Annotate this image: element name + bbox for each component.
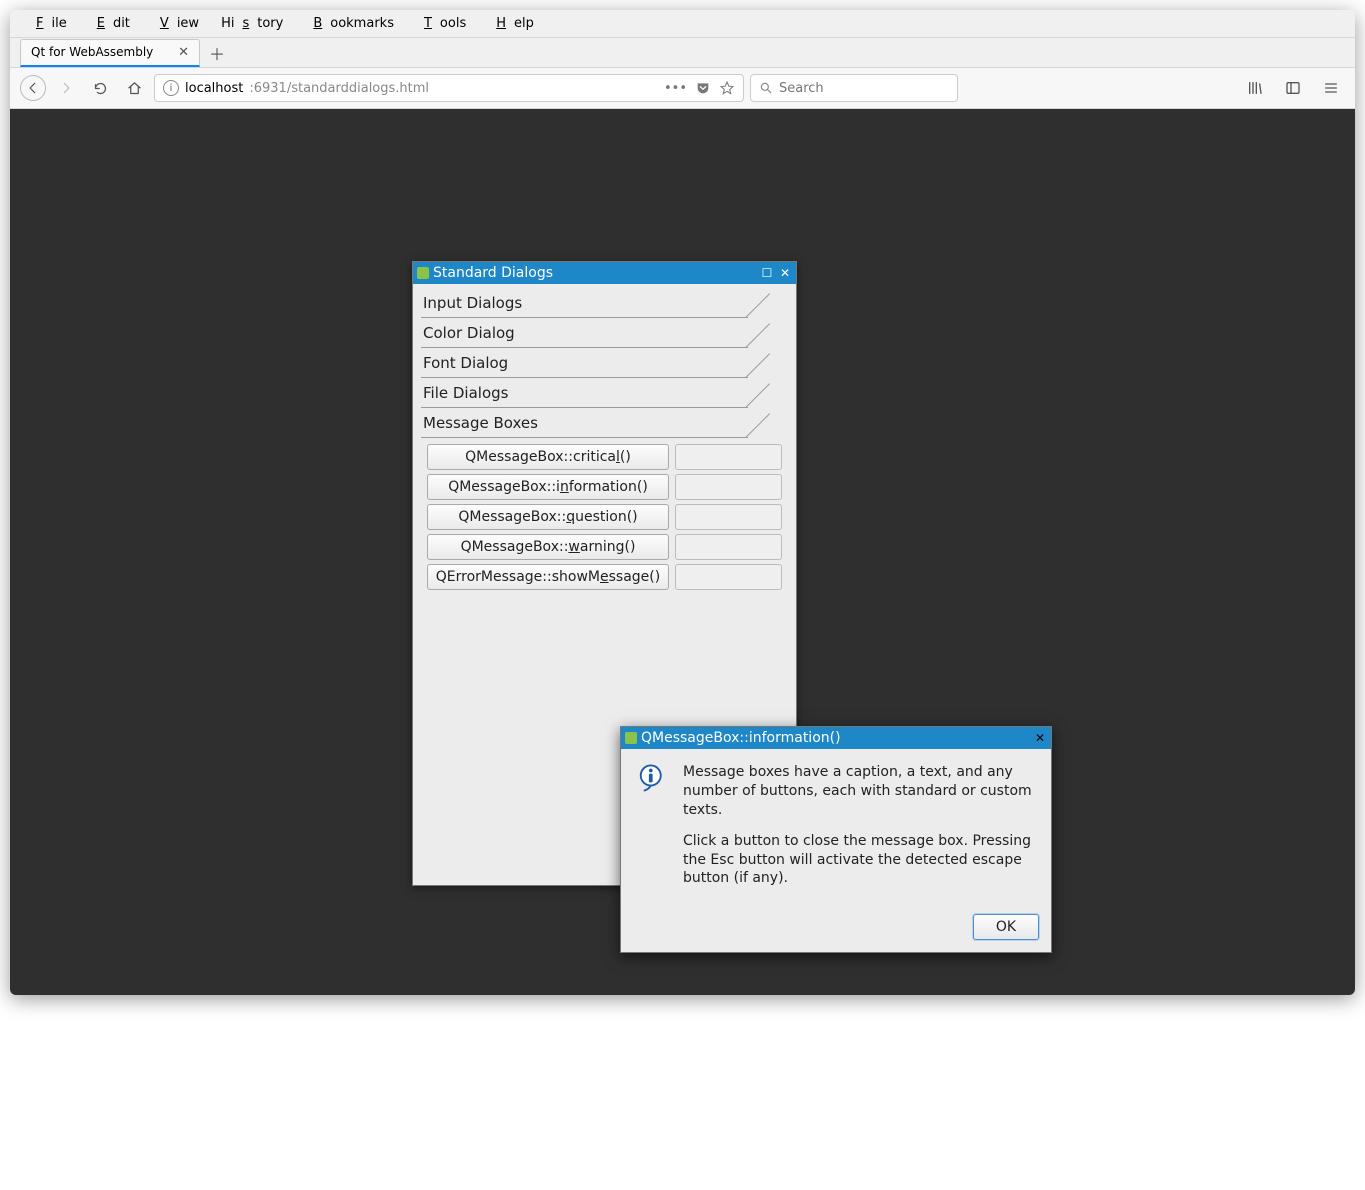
warning-button[interactable]: QMessageBox::warning(): [427, 534, 669, 560]
critical-result-field[interactable]: [675, 444, 782, 470]
library-icon[interactable]: [1241, 74, 1269, 102]
question-result-field[interactable]: [675, 504, 782, 530]
window-maximize-icon[interactable]: ☐: [760, 266, 774, 280]
url-path: :6931/standarddialogs.html: [249, 81, 429, 96]
tab-message-boxes[interactable]: Message Boxes: [421, 410, 788, 438]
home-button[interactable]: [120, 74, 148, 102]
close-tab-icon[interactable]: ✕: [178, 45, 189, 60]
menu-edit[interactable]: Edit: [81, 14, 138, 33]
forward-button[interactable]: [52, 74, 80, 102]
tab-color-dialog[interactable]: Color Dialog: [421, 320, 788, 348]
search-icon: [759, 81, 773, 95]
window-title: Standard Dialogs: [433, 265, 553, 281]
menu-history[interactable]: History: [213, 14, 291, 33]
dialog-paragraph-2: Click a button to close the message box.…: [683, 832, 1035, 889]
qt-logo-icon: [417, 267, 429, 279]
browser-tab[interactable]: Qt for WebAssembly ✕: [20, 39, 200, 67]
hamburger-menu-icon[interactable]: [1317, 74, 1345, 102]
search-input[interactable]: [779, 81, 949, 96]
warning-result-field[interactable]: [675, 534, 782, 560]
information-result-field[interactable]: [675, 474, 782, 500]
site-info-icon[interactable]: i: [163, 80, 179, 96]
menu-bookmarks[interactable]: Bookmarks: [297, 14, 402, 33]
information-dialog: QMessageBox::information() ✕ Message b: [620, 726, 1052, 953]
bookmark-star-icon[interactable]: [719, 80, 735, 96]
tab-title: Qt for WebAssembly: [31, 45, 153, 59]
url-host: localhost: [185, 81, 243, 96]
browser-window: File Edit View History Bookmarks Tools H…: [10, 10, 1355, 995]
page-actions-icon[interactable]: •••: [664, 81, 687, 96]
dialog-close-icon[interactable]: ✕: [1033, 731, 1047, 745]
pocket-icon[interactable]: [695, 80, 711, 96]
sidebar-icon[interactable]: [1279, 74, 1307, 102]
critical-button[interactable]: QMessageBox::critical(): [427, 444, 669, 470]
information-icon: [637, 763, 669, 900]
tab-font-dialog[interactable]: Font Dialog: [421, 350, 788, 378]
error-message-button[interactable]: QErrorMessage::showMessage(): [427, 564, 669, 590]
qt-logo-icon: [625, 732, 637, 744]
menu-tools[interactable]: Tools: [408, 14, 474, 33]
page-viewport: Standard Dialogs ☐ ✕ Input Dialogs Color…: [10, 109, 1355, 995]
tab-strip: Qt for WebAssembly ✕ ＋: [10, 38, 1355, 68]
menubar: File Edit View History Bookmarks Tools H…: [10, 10, 1355, 38]
reload-button[interactable]: [86, 74, 114, 102]
address-bar[interactable]: i localhost :6931/standarddialogs.html ••…: [154, 74, 744, 102]
window-titlebar[interactable]: Standard Dialogs ☐ ✕: [413, 262, 796, 284]
menu-view[interactable]: View: [144, 14, 207, 33]
search-bar[interactable]: [750, 74, 958, 102]
message-boxes-panel: QMessageBox::critical() QMessageBox::inf…: [421, 444, 788, 590]
dialog-paragraph-1: Message boxes have a caption, a text, an…: [683, 763, 1035, 820]
menu-help[interactable]: Help: [480, 14, 542, 33]
back-button[interactable]: [20, 75, 46, 101]
dialog-titlebar[interactable]: QMessageBox::information() ✕: [621, 727, 1051, 749]
ok-button[interactable]: OK: [973, 914, 1039, 940]
information-button[interactable]: QMessageBox::information(): [427, 474, 669, 500]
dialog-title: QMessageBox::information(): [641, 730, 841, 746]
question-button[interactable]: QMessageBox::question(): [427, 504, 669, 530]
new-tab-button[interactable]: ＋: [206, 42, 228, 64]
tab-file-dialogs[interactable]: File Dialogs: [421, 380, 788, 408]
tab-input-dialogs[interactable]: Input Dialogs: [421, 290, 788, 318]
window-body: Input Dialogs Color Dialog Font Dialog F…: [413, 284, 796, 600]
dialog-text: Message boxes have a caption, a text, an…: [683, 763, 1035, 900]
toolbar: i localhost :6931/standarddialogs.html ••…: [10, 68, 1355, 109]
error-message-result-field[interactable]: [675, 564, 782, 590]
window-close-icon[interactable]: ✕: [778, 266, 792, 280]
menu-file[interactable]: File: [20, 14, 75, 33]
